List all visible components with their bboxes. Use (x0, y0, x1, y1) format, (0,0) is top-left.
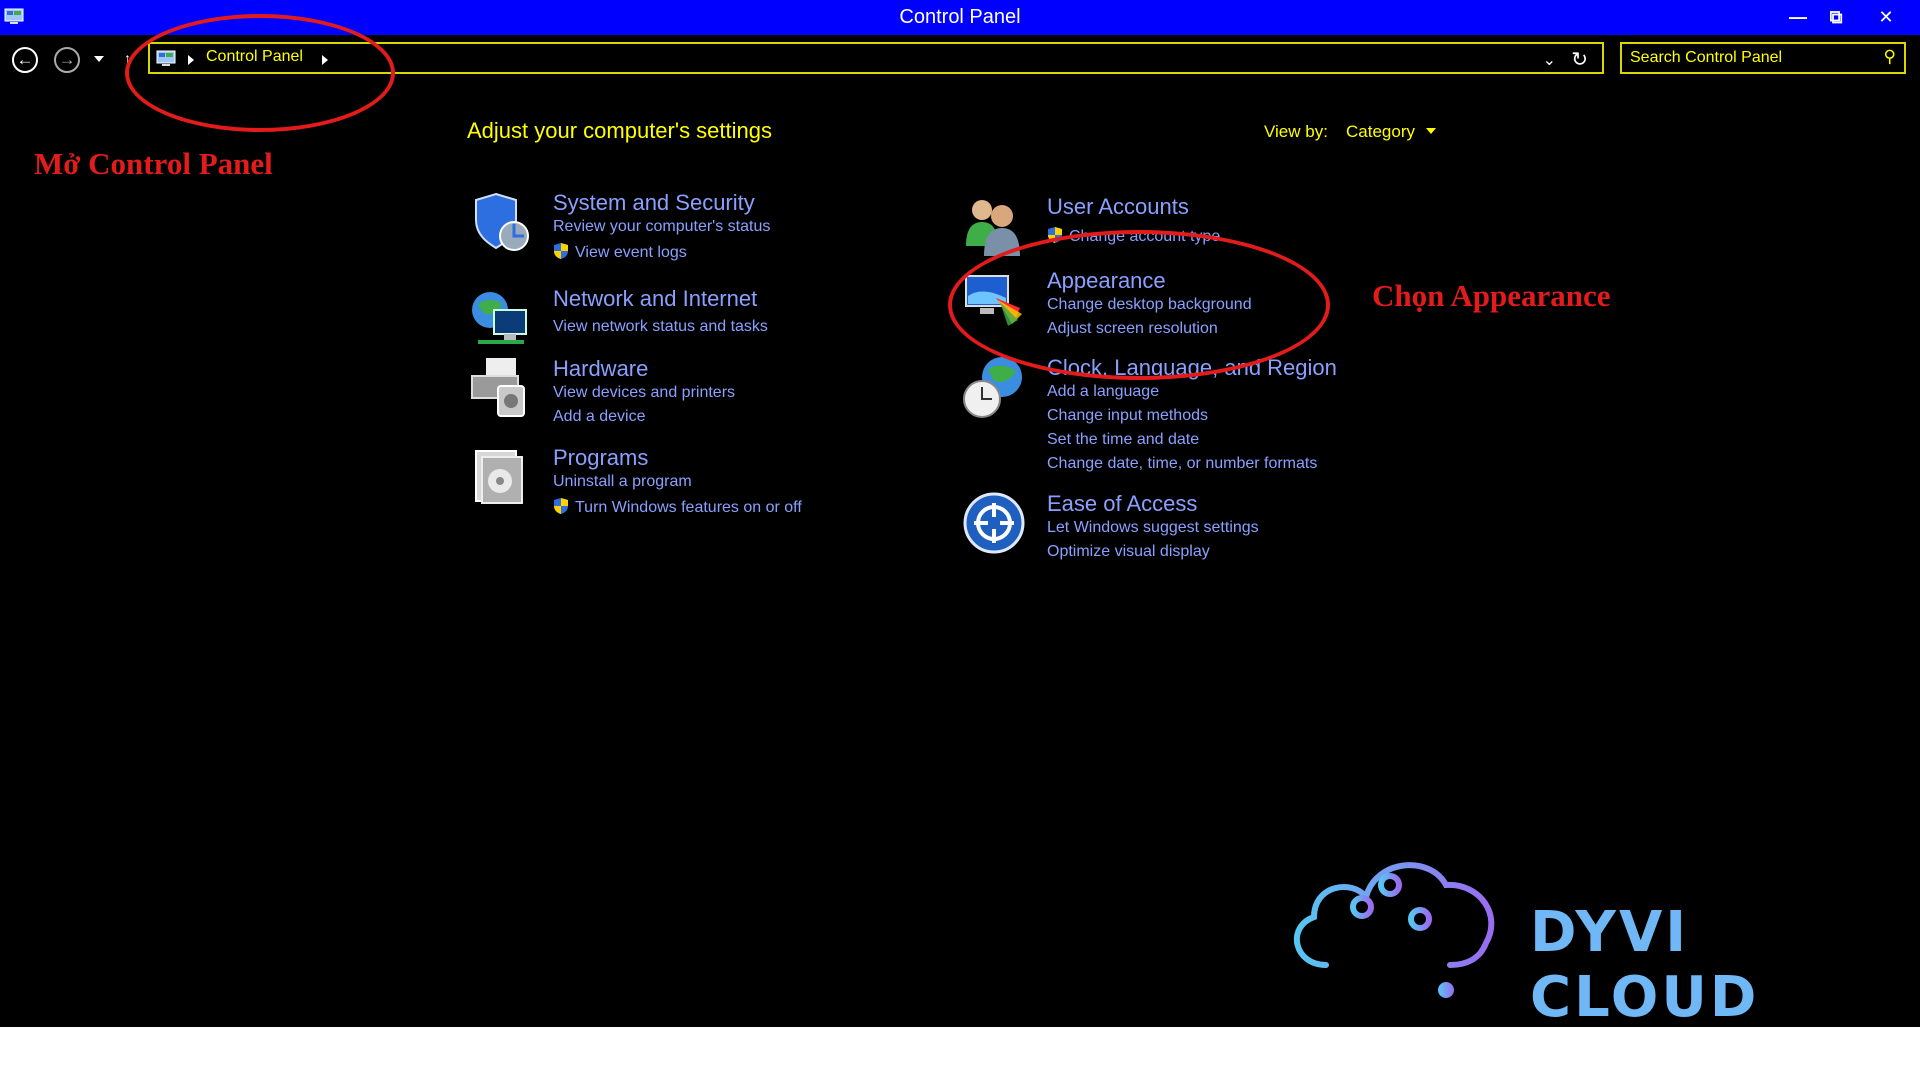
highlight-ellipse (948, 230, 1330, 380)
category-title[interactable]: Ease of Access (1047, 491, 1197, 517)
back-button[interactable]: ← (12, 47, 38, 73)
annotation-choose-appearance: Chọn Appearance (1372, 278, 1611, 313)
ease-of-access-icon (963, 492, 1025, 554)
programs-icon (475, 450, 523, 504)
restore-button[interactable]: ⧉ (1820, 4, 1852, 30)
network-globe-icon (472, 292, 527, 344)
page-title: Adjust your computer's settings (467, 118, 773, 143)
category-link-label: Turn Windows features on or off (575, 499, 802, 516)
control-panel-window: Control Panel — ⧉ ✕ ← → ↑ Control Panel … (0, 0, 1920, 1027)
search-placeholder: Search Control Panel (1630, 49, 1783, 66)
category-link[interactable]: Add a device (553, 408, 646, 426)
refresh-icon[interactable]: ↻ (1571, 47, 1588, 72)
category-link[interactable]: View event logs (553, 242, 687, 262)
brand-name: DYVI CLOUD (1530, 900, 1760, 1027)
annotation-open-control-panel: Mở Control Panel (34, 146, 273, 181)
minimize-button[interactable]: — (1782, 4, 1814, 30)
category-link[interactable]: View devices and printers (553, 384, 735, 402)
recent-pages-caret-icon[interactable] (94, 56, 104, 62)
clock-globe-icon (963, 357, 1022, 418)
chevron-down-icon[interactable]: ⌄ (1543, 50, 1556, 70)
forward-button[interactable]: → (54, 47, 80, 73)
shield-icon (475, 192, 529, 251)
view-by-dropdown[interactable]: Category (1346, 122, 1415, 142)
category-link-label: View event logs (575, 244, 687, 261)
category-link[interactable]: Review your computer's status (553, 218, 770, 236)
view-by-label: View by: (1264, 122, 1328, 141)
uac-shield-icon (554, 243, 568, 259)
uac-shield-icon (554, 498, 568, 514)
search-icon[interactable]: ⚲ (1884, 47, 1896, 67)
highlight-ellipse (125, 14, 395, 132)
cloud-logo-icon (1294, 862, 1495, 998)
brand-logo: DYVI CLOUD (1280, 845, 1880, 1027)
search-input[interactable]: Search Control Panel ⚲ (1620, 42, 1906, 74)
category-title[interactable]: System and Security (553, 190, 755, 216)
category-link[interactable]: Turn Windows features on or off (553, 497, 802, 517)
close-button[interactable]: ✕ (1870, 4, 1902, 30)
category-link[interactable]: View network status and tasks (553, 318, 768, 336)
category-link[interactable]: Uninstall a program (553, 473, 692, 491)
category-link[interactable]: Set the time and date (1047, 431, 1199, 449)
printer-icon (471, 358, 525, 417)
category-title[interactable]: Hardware (553, 356, 648, 382)
category-title[interactable]: Programs (553, 445, 648, 471)
category-link[interactable]: Change date, time, or number formats (1047, 455, 1317, 473)
category-title[interactable]: User Accounts (1047, 194, 1189, 220)
category-link[interactable]: Change input methods (1047, 407, 1208, 425)
category-link[interactable]: Optimize visual display (1047, 543, 1210, 561)
category-link[interactable]: Add a language (1047, 383, 1159, 401)
chevron-down-icon[interactable] (1426, 128, 1436, 134)
category-title[interactable]: Network and Internet (553, 286, 757, 312)
category-link[interactable]: Let Windows suggest settings (1047, 519, 1259, 537)
